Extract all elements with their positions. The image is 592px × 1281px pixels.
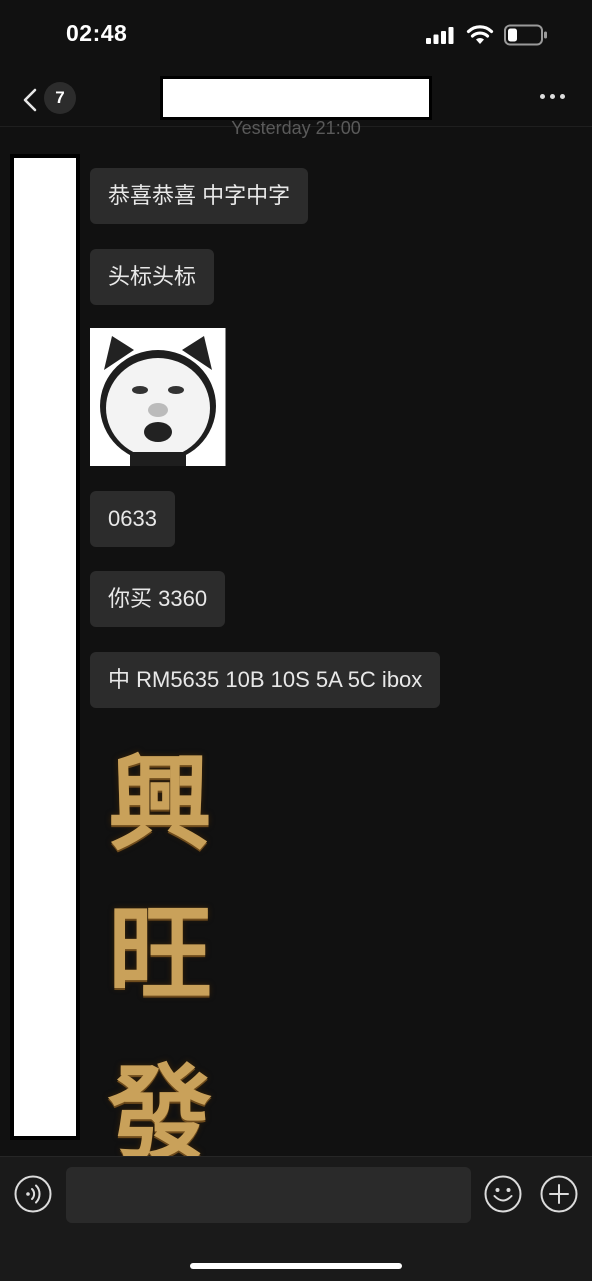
emoji-icon[interactable] [484,1175,522,1213]
meme-face-sticker[interactable] [90,328,226,466]
message-input-bar [0,1156,592,1281]
battery-icon [504,24,547,46]
cellular-signal-icon [426,27,454,44]
status-bar: 02:48 [0,0,592,70]
home-indicator[interactable] [190,1263,402,1269]
gold-characters-sticker[interactable]: 興 旺 發 [90,724,230,1175]
message-bubble[interactable]: 0633 [90,491,175,547]
status-time: 02:48 [66,20,128,46]
meme-face-image [90,328,226,466]
add-icon[interactable] [540,1175,578,1213]
message-bubble[interactable]: 头标头标 [90,249,215,305]
message-bubble[interactable]: 恭喜恭喜 中字中字 [90,168,309,224]
gold-char-wang: 旺 [107,892,212,1015]
chat-title-redacted[interactable] [160,76,432,120]
message-bubble[interactable]: 中 RM5635 10B 10S 5A 5C ibox [90,652,441,708]
more-options-button[interactable] [536,84,570,108]
chevron-left-icon [23,88,37,112]
message-bubble[interactable]: 你买 3360 [90,571,226,627]
more-icon [540,94,545,99]
message-timestamp: Yesterday 21:00 [231,118,361,138]
back-button[interactable]: 7 [14,78,84,118]
sender-avatar-redacted[interactable] [10,154,80,1140]
unread-count-badge: 7 [44,82,76,114]
voice-icon[interactable] [14,1175,52,1213]
message-input[interactable] [66,1167,471,1223]
gold-char-xing: 興 [107,742,212,865]
wifi-icon [466,25,494,44]
